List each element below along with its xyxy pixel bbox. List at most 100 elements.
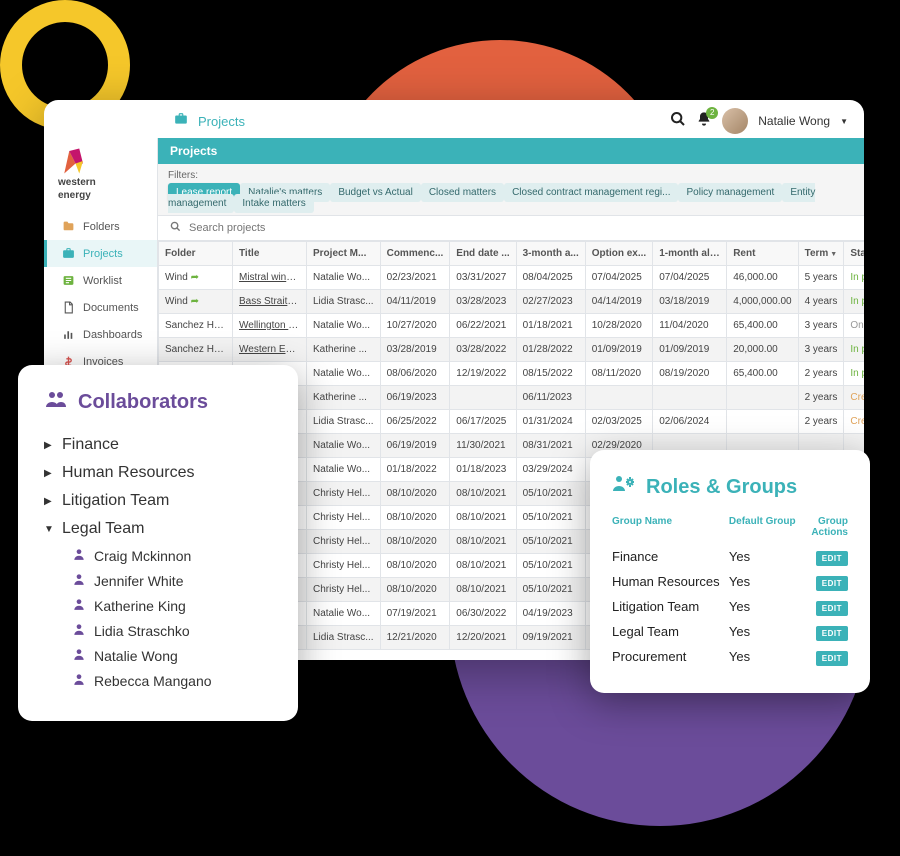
users-gear-icon [612, 472, 636, 502]
roles-row: Human ResourcesYesEDIT [612, 569, 848, 594]
roles-col-default: Default Group [729, 516, 802, 538]
collaborator-member[interactable]: Natalie Wong [44, 643, 272, 668]
cell: 08/19/2020 [653, 362, 727, 386]
sidebar-item-label: Dashboards [83, 329, 142, 341]
edit-button[interactable]: EDIT [816, 651, 848, 666]
cell: 2 years [798, 362, 844, 386]
cell: 65,400.00 [727, 314, 798, 338]
column-header[interactable]: Option ex... [585, 242, 652, 266]
cell: Western Energy Retail G... [233, 338, 307, 362]
edit-button[interactable]: EDIT [816, 626, 848, 641]
sidebar-item-label: Projects [83, 248, 123, 260]
cell: 3 years [798, 338, 844, 362]
filter-chip[interactable]: Policy management [678, 183, 782, 202]
cell: 11/30/2021 [450, 434, 516, 458]
cell: 06/19/2019 [380, 434, 450, 458]
roles-title: Roles & Groups [612, 472, 848, 502]
column-header[interactable]: Term ▼ [798, 242, 844, 266]
cell [653, 386, 727, 410]
filter-chip[interactable]: Closed contract management regi... [504, 183, 678, 202]
collaborator-group[interactable]: ▼Legal Team [44, 515, 272, 543]
column-header[interactable]: State [844, 242, 864, 266]
roles-card: Roles & Groups Group Name Default Group … [590, 450, 870, 693]
cell: 09/19/2021 [516, 626, 585, 650]
roles-row: ProcurementYesEDIT [612, 644, 848, 669]
avatar[interactable] [722, 108, 748, 134]
project-link[interactable]: Wellington office [239, 320, 307, 331]
edit-button[interactable]: EDIT [816, 601, 848, 616]
notifications-icon[interactable]: 2 [696, 111, 712, 132]
cell: Bass Strait Offshore Win... [233, 290, 307, 314]
cell: 3 years [798, 314, 844, 338]
project-link[interactable]: Mistral wind project TAS [239, 272, 307, 283]
collaborator-group[interactable]: ▶Litigation Team [44, 487, 272, 515]
table-row[interactable]: Sanchez H.. ➦Wellington officeNatalie Wo… [159, 314, 865, 338]
users-icon [44, 387, 68, 417]
cell: 06/30/2022 [450, 602, 516, 626]
filter-chip[interactable]: Closed matters [421, 183, 504, 202]
chevron-down-icon[interactable]: ▼ [840, 117, 848, 126]
filter-chip[interactable]: Intake matters [234, 194, 313, 213]
cell: 01/28/2022 [516, 338, 585, 362]
cell: Sanchez H.. ➦ [159, 338, 233, 362]
user-name[interactable]: Natalie Wong [758, 114, 830, 128]
collaborator-group[interactable]: ▶Finance [44, 431, 272, 459]
cell: 5 years [798, 266, 844, 290]
collaborator-member[interactable]: Lidia Straschko [44, 618, 272, 643]
cell [727, 410, 798, 434]
role-name: Legal Team [612, 624, 729, 639]
collaborator-group[interactable]: ▶Human Resources [44, 459, 272, 487]
briefcase-icon [61, 247, 75, 260]
sidebar-item-folders[interactable]: Folders [44, 213, 157, 240]
cell: 01/09/2019 [653, 338, 727, 362]
cell: 08/10/2021 [450, 506, 516, 530]
search-icon[interactable] [670, 111, 686, 132]
group-name: Litigation Team [62, 492, 169, 510]
column-header[interactable]: Commenc... [380, 242, 450, 266]
sidebar-item-projects[interactable]: Projects [44, 240, 157, 267]
sidebar-item-documents[interactable]: Documents [44, 294, 157, 321]
sidebar-item-worklist[interactable]: Worklist [44, 267, 157, 294]
cell: Wellington office [233, 314, 307, 338]
sidebar-item-dashboards[interactable]: Dashboards [44, 321, 157, 348]
cell: 08/10/2020 [380, 530, 450, 554]
table-row[interactable]: Wind ➦Bass Strait Offshore Win...Lidia S… [159, 290, 865, 314]
table-row[interactable]: Sanchez H.. ➦Western Energy Retail G...K… [159, 338, 865, 362]
edit-button[interactable]: EDIT [816, 551, 848, 566]
project-link[interactable]: Bass Strait Offshore Win... [239, 296, 307, 307]
table-row[interactable]: Wind ➦Mistral wind project TASNatalie Wo… [159, 266, 865, 290]
cell: 01/31/2024 [516, 410, 585, 434]
cell: 12/21/2020 [380, 626, 450, 650]
cell: 08/15/2022 [516, 362, 585, 386]
cell: 07/04/2025 [585, 266, 652, 290]
edit-button[interactable]: EDIT [816, 576, 848, 591]
cell: 04/11/2019 [380, 290, 450, 314]
cell: 05/10/2021 [516, 482, 585, 506]
role-name: Procurement [612, 649, 729, 664]
collaborator-member[interactable]: Rebecca Mangano [44, 668, 272, 693]
column-header[interactable]: 1-month alert [653, 242, 727, 266]
filter-chip[interactable]: Budget vs Actual [330, 183, 421, 202]
column-header[interactable]: Project M... [307, 242, 381, 266]
cell: Christy Hel... [307, 506, 381, 530]
cell: 20,000.00 [727, 338, 798, 362]
cell: 2 years [798, 386, 844, 410]
column-header[interactable]: End date ... [450, 242, 516, 266]
cell: 01/18/2022 [380, 458, 450, 482]
column-header[interactable]: Folder [159, 242, 233, 266]
collaborator-member[interactable]: Katherine King [44, 593, 272, 618]
cell: 08/31/2021 [516, 434, 585, 458]
search-input[interactable] [187, 221, 852, 235]
cell: 08/06/2020 [380, 362, 450, 386]
project-link[interactable]: Western Energy Retail G... [239, 344, 307, 355]
column-header[interactable]: Title [233, 242, 307, 266]
search-bar [158, 216, 864, 241]
sidebar-item-label: Folders [83, 221, 120, 233]
column-header[interactable]: 3-month a... [516, 242, 585, 266]
cell: On hold [844, 314, 864, 338]
chevron-down-icon: ▼ [44, 524, 54, 535]
collaborator-member[interactable]: Craig Mckinnon [44, 543, 272, 568]
collaborator-member[interactable]: Jennifer White [44, 568, 272, 593]
person-icon [72, 622, 86, 639]
column-header[interactable]: Rent [727, 242, 798, 266]
